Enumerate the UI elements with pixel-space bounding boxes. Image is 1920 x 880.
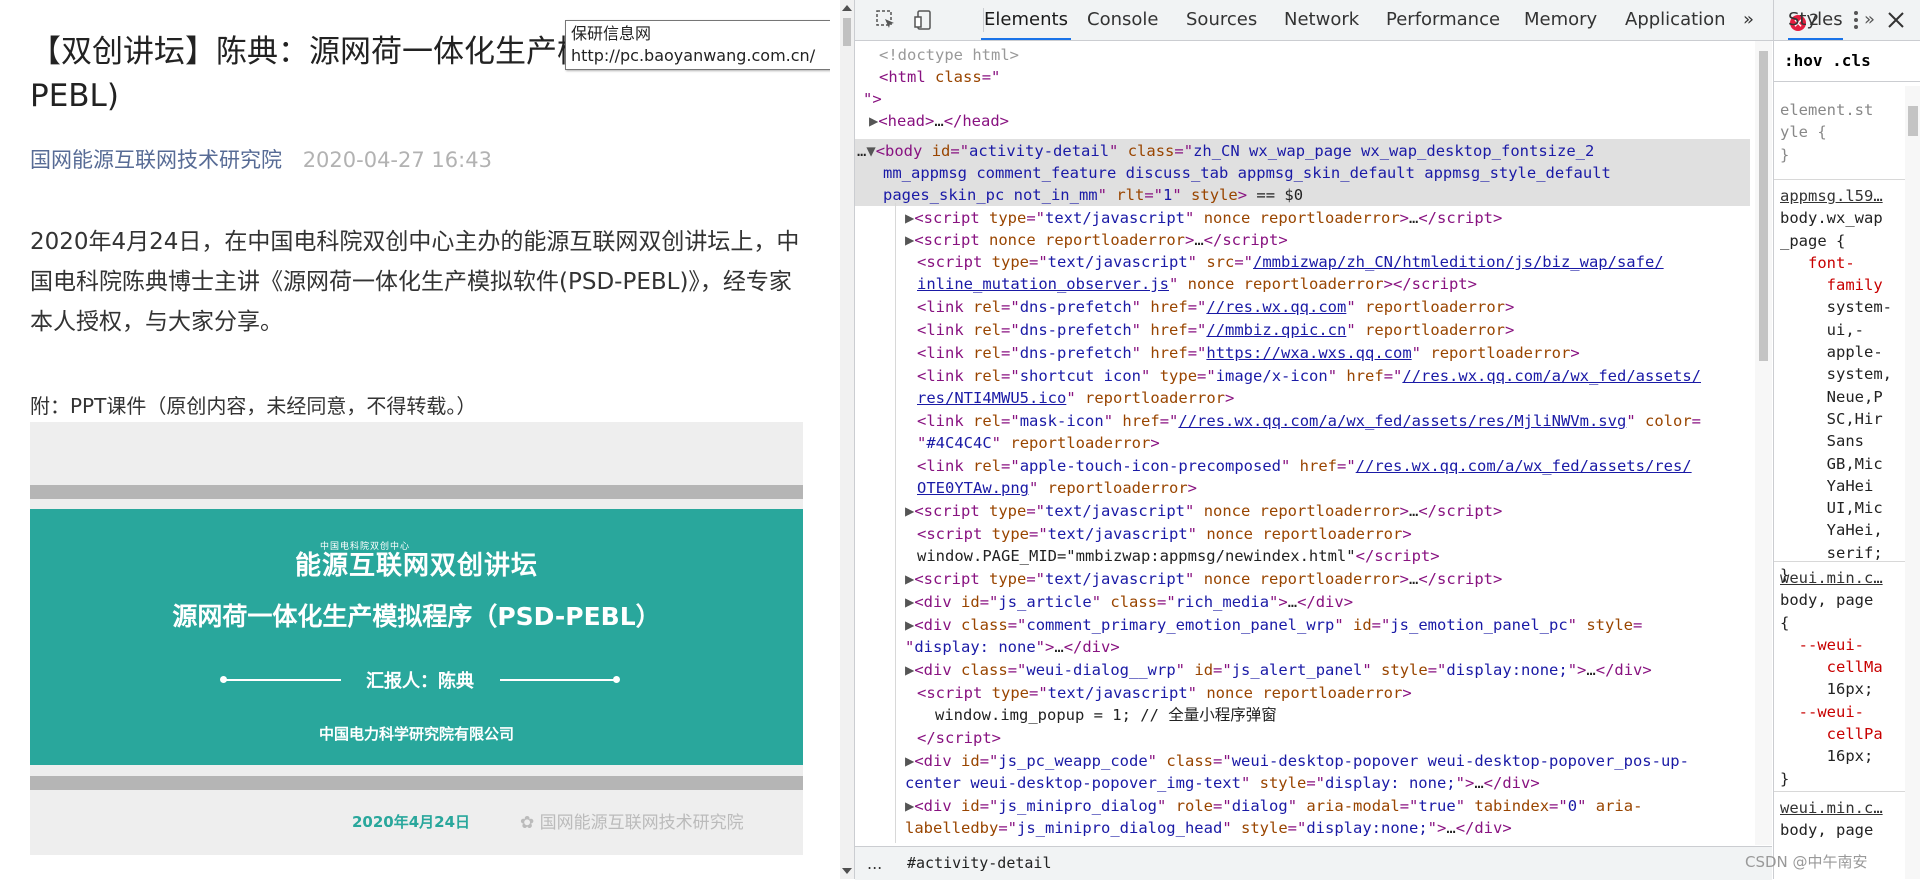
styles-scroll-thumb[interactable] [1908,106,1918,136]
dom-line[interactable]: <link rel="apple-touch-icon-precomposed"… [917,455,1692,477]
hov-cls-buttons[interactable]: :hov .cls [1784,51,1871,70]
devtools-panel: Elements Console Sources Network Perform… [854,0,1920,880]
dom-line[interactable]: <link rel="mask-icon" href="//res.wx.qq.… [917,410,1701,432]
styles-header: Styles » [1773,0,1920,40]
reporter-dot-right [613,676,620,683]
dom-line[interactable]: ▶<head>…</head> [869,110,1009,132]
tooltip-url: http://pc.baoyanwang.com.cn/ [571,46,816,65]
rule-separator [1774,561,1920,562]
styles-scrollbar[interactable] [1905,86,1920,879]
article-pane: 【双创讲坛】陈典：源网荷一体化生产模拟程序(PSD-PEBL) 国网能源互联网技… [0,0,830,879]
slide-title: 源网荷一体化生产模拟程序（PSD-PEBL） [172,602,661,631]
dom-line[interactable]: <link rel="dns-prefetch" href="https://w… [917,342,1580,364]
styles-pane: :hov .cls element.st yle { } appmsg.l59…… [1773,41,1920,879]
slide-company: 中国电力科学研究院有限公司 [318,725,514,743]
style-rule[interactable]: element.st yle { } [1780,99,1873,166]
dom-line[interactable]: <script type="text/javascript" nonce rep… [917,523,1412,545]
article-scroll-thumb[interactable] [843,18,851,46]
wechat-icon: ✿ [520,813,540,833]
dom-tree[interactable]: <!doctype html> <html class=" "> ▶<head>… [855,41,1755,845]
breadcrumb: ... #activity-detail [855,846,1772,880]
dom-line[interactable]: ▶<script type="text/javascript" nonce re… [905,568,1502,590]
slide-watermark-text: 国网能源互联网技术研究院 [539,813,744,833]
dom-line[interactable]: "display: none">…</div> [905,636,1120,658]
dom-line[interactable]: </script> [917,727,1001,749]
article-note: 附：PPT课件（原创内容，未经同意，不得转载。） [30,394,477,418]
tab-console[interactable]: Console [1087,0,1158,40]
dom-line[interactable]: "> [863,88,882,110]
dom-line[interactable]: ▶<script nonce reportloaderror>…</script… [905,229,1288,251]
style-rule[interactable]: appmsg.l59… body.wx_wap _page { font- fa… [1780,185,1892,586]
dom-line[interactable]: ▶<div id="js_minipro_dialog" role="dialo… [905,795,1642,817]
style-rule[interactable]: weui.min.c… body, page [1780,797,1883,842]
dom-line[interactable]: ▶<div class="weui-dialog__wrp" id="js_al… [905,659,1652,681]
slide-logo-text: 能源互联网双创讲坛 [294,551,538,581]
article-meta: 国网能源互联网技术研究院 2020-04-27 16:43 [30,144,492,174]
slide-watermark: ✿ 国网能源互联网技术研究院 [520,808,744,833]
dom-line[interactable]: <link rel="dns-prefetch" href="//res.wx.… [917,296,1514,318]
dom-line[interactable]: window.img_popup = 1; // 全量小程序弹窗 [935,704,1277,726]
dom-line[interactable]: OTE0YTAw.png" reportloaderror> [917,477,1197,499]
csdn-watermark: CSDN @中午南安 [1745,853,1868,871]
dom-line[interactable]: <html class=" [879,66,1000,88]
dom-line[interactable]: ▶<div id="js_article" class="rich_media"… [905,591,1353,613]
slide-logo: 中国电科院双创中心 能源互联网双创讲坛 [30,542,803,582]
tooltip-title: 保研信息网 [571,24,652,43]
dom-line[interactable]: <script type="text/javascript" src="/mmb… [917,251,1664,273]
dom-line[interactable]: window.PAGE_MID="mmbizwap:appmsg/newinde… [917,545,1440,567]
tab-elements[interactable]: Elements [981,0,1071,40]
dom-line[interactable]: pages_skin_pc not_in_mm" rlt="1" style> … [883,184,1303,206]
dom-line[interactable]: ▶<script type="text/javascript" nonce re… [905,500,1502,522]
scroll-down-arrow-icon[interactable] [842,868,852,874]
rule-separator [1774,791,1920,792]
dom-line[interactable]: inline_mutation_observer.js" nonce repor… [917,273,1477,295]
dom-line[interactable]: ▶<div id="js_pc_weapp_code" class="weui-… [905,750,1689,772]
dom-line[interactable]: "#4C4C4C" reportloaderror> [917,432,1160,454]
dom-line[interactable]: ▶<script type="text/javascript" nonce re… [905,207,1502,229]
slide-reporter: 汇报人：陈典 [220,667,620,693]
slide-stripe-top [30,485,803,499]
tab-application[interactable]: Application [1625,0,1726,40]
inspect-element-icon[interactable] [875,9,897,31]
breadcrumb-more[interactable]: ... [867,847,882,880]
rule-separator [1774,179,1920,180]
dom-line[interactable]: <!doctype html> [879,44,1019,66]
slide-date: 2020年4月24日 [352,813,471,831]
dom-line[interactable]: res/NTI4MWU5.ico" reportloaderror> [917,387,1234,409]
ppt-slide-image[interactable]: 中国电科院双创中心 能源互联网双创讲坛 源网荷一体化生产模拟程序（PSD-PEB… [30,422,803,855]
dom-scroll-thumb[interactable] [1759,51,1768,361]
dom-line[interactable]: <link rel="shortcut icon" type="image/x-… [917,365,1701,387]
scroll-up-arrow-icon[interactable] [842,5,852,11]
tab-network[interactable]: Network [1284,0,1359,40]
tab-performance[interactable]: Performance [1386,0,1500,40]
tree-guide-line [895,203,896,843]
styles-filter-bar[interactable]: :hov .cls [1774,41,1920,82]
breadcrumb-item[interactable]: #activity-detail [907,847,1052,880]
more-tabs-chevron-icon[interactable]: » [1743,0,1754,40]
dom-line[interactable]: labelledby="js_minipro_dialog_head" styl… [905,817,1512,839]
article-date: 2020-04-27 16:43 [302,148,492,172]
article-author-link[interactable]: 国网能源互联网技术研究院 [30,148,282,172]
slide-teal-band: 中国电科院双创中心 能源互联网双创讲坛 源网荷一体化生产模拟程序（PSD-PEB… [30,509,803,765]
link-tooltip: 保研信息网 http://pc.baoyanwang.com.cn/ [565,20,830,70]
tab-styles[interactable]: Styles [1788,0,1843,40]
tab-sources[interactable]: Sources [1186,0,1257,40]
dom-line[interactable]: <script type="text/javascript" nonce rep… [917,682,1412,704]
dom-line-body[interactable]: …▼<body id="activity-detail" class="zh_C… [857,140,1594,162]
dom-line[interactable]: ▶<div class="comment_primary_emotion_pan… [905,614,1642,636]
devtools-toolbar: Elements Console Sources Network Perform… [855,0,1920,41]
style-rule[interactable]: weui.min.c… body, page { --weui- cellMa … [1780,567,1883,790]
article-paragraph: 2020年4月24日，在中国电科院双创中心主办的能源互联网双创讲坛上，中国电科院… [30,229,800,335]
dom-line[interactable]: <link rel="dns-prefetch" href="//mmbiz.q… [917,319,1514,341]
dom-line[interactable]: mm_appmsg comment_feature discuss_tab ap… [883,162,1611,184]
article-scrollbar[interactable] [840,0,854,879]
tab-memory[interactable]: Memory [1524,0,1597,40]
device-toolbar-icon[interactable] [913,9,935,31]
slide-logo-small: 中国电科院双创中心 [320,542,411,552]
dom-scrollbar[interactable] [1755,41,1772,845]
dom-line[interactable]: center weui-desktop-popover_img-text" st… [905,772,1540,794]
styles-more-chevron-icon[interactable]: » [1864,0,1875,40]
slide-stripe-bottom [30,776,803,790]
reporter-line-right [500,679,615,681]
